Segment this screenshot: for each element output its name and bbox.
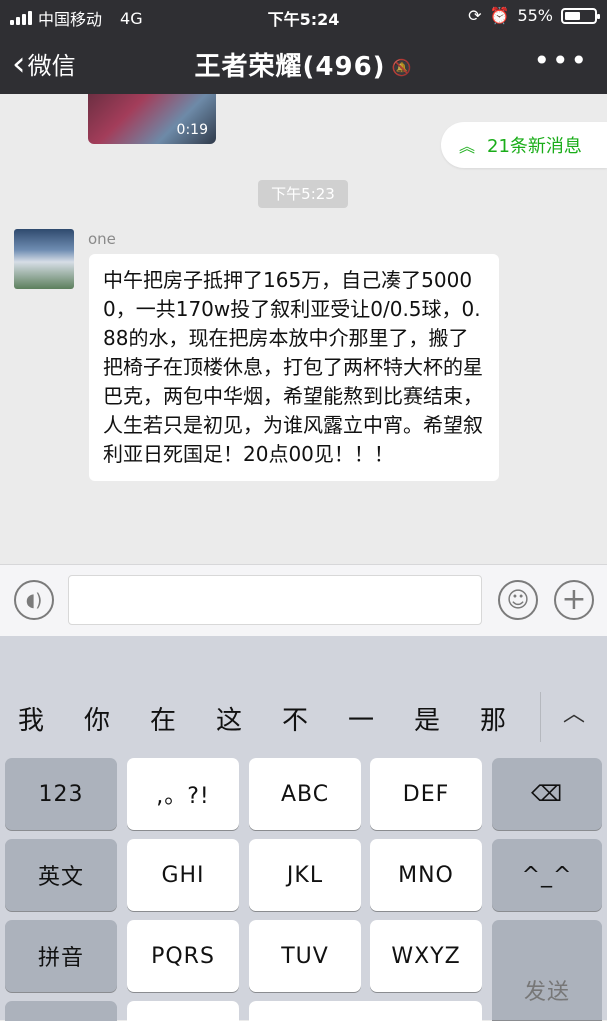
key-wxyz[interactable]: WXYZ — [370, 920, 482, 992]
send-key[interactable]: 发送 — [492, 920, 602, 1020]
candidate-word[interactable]: 那 — [480, 700, 506, 737]
candidate-word[interactable]: 在 — [150, 700, 176, 737]
chat-area[interactable]: 0:19 ︽ 21条新消息 下午5:23 one 中午把房子抵押了165万，自己… — [0, 94, 607, 564]
key-tuv[interactable]: TUV — [249, 920, 361, 992]
key-123[interactable]: 123 — [5, 758, 117, 830]
emoji-button[interactable]: ☺ — [498, 580, 538, 620]
smiley-icon: ☺ — [506, 587, 530, 613]
new-messages-button[interactable]: ︽ 21条新消息 — [441, 122, 607, 168]
message-timestamp: 下午5:23 — [258, 180, 348, 208]
candidate-word[interactable]: 是 — [414, 700, 440, 737]
chat-title-text: 王者荣耀(496) — [194, 52, 386, 82]
key-ghi[interactable]: GHI — [127, 839, 239, 911]
sender-name: one — [88, 230, 116, 248]
input-bar: ◖) ☺ + — [0, 564, 607, 636]
key-english[interactable]: 英文 — [5, 839, 117, 911]
candidate-word[interactable]: 你 — [84, 700, 110, 737]
key-emoticon[interactable]: ^_^ — [492, 839, 602, 911]
status-bar: 中国移动 4G 下午5:24 ⟳ ⏰ 55% — [0, 0, 607, 32]
rotation-lock-icon: ⟳ — [468, 6, 482, 25]
candidate-word[interactable]: 我 — [18, 700, 44, 737]
keyboard: 我 你 在 这 不 一 是 那 ︿ 123 ,。?! ABC DEF ⌫ 英文 … — [0, 636, 607, 1021]
candidate-bar: 我 你 在 这 不 一 是 那 ︿ — [0, 636, 607, 746]
video-duration: 0:19 — [176, 122, 208, 138]
top-header: 中国移动 4G 下午5:24 ⟳ ⏰ 55% ‹ 微信 王者荣耀(496) 🔕 •… — [0, 0, 607, 94]
avatar[interactable] — [14, 229, 74, 289]
space-key[interactable] — [249, 1001, 482, 1021]
nav-bar: ‹ 微信 王者荣耀(496) 🔕 ••• — [0, 32, 607, 94]
plus-icon: + — [561, 582, 587, 617]
message-bubble[interactable]: 中午把房子抵押了165万，自己凑了50000，一共170w投了叙利亚受让0/0.… — [89, 254, 499, 481]
key-mno[interactable]: MNO — [370, 839, 482, 911]
video-message[interactable]: 0:19 — [88, 94, 216, 144]
alarm-icon: ⏰ — [489, 6, 510, 25]
expand-candidates-button[interactable]: ︿ — [548, 696, 600, 736]
chevron-up-icon: ︿ — [562, 702, 585, 727]
key-pqrs[interactable]: PQRS — [127, 920, 239, 992]
new-messages-label: 21条新消息 — [487, 136, 582, 157]
candidate-word[interactable]: 不 — [282, 700, 308, 737]
more-icon[interactable]: ••• — [533, 44, 589, 77]
candidate-divider — [540, 692, 541, 742]
backspace-icon: ⌫ — [530, 781, 564, 807]
status-right: ⟳ ⏰ 55% — [468, 6, 600, 25]
backspace-key[interactable]: ⌫ — [492, 758, 602, 830]
key-abc[interactable]: ABC — [249, 758, 361, 830]
double-chevron-up-icon: ︽ — [459, 137, 476, 156]
candidate-word[interactable]: 这 — [216, 700, 242, 737]
battery-percent: 55% — [517, 6, 553, 25]
bell-slash-icon: 🔕 — [391, 58, 413, 77]
battery-icon — [561, 7, 600, 24]
key-def[interactable]: DEF — [370, 758, 482, 830]
more-actions-button[interactable]: + — [554, 580, 594, 620]
key-pinyin[interactable]: 拼音 — [5, 920, 117, 992]
candidate-word[interactable]: 一 — [348, 700, 374, 737]
key-partial[interactable] — [5, 1001, 117, 1021]
battery-fill — [565, 11, 580, 20]
voice-icon: ◖) — [25, 589, 43, 611]
key-punct[interactable]: ,。?! — [127, 758, 239, 830]
chat-title: 王者荣耀(496) 🔕 — [0, 46, 607, 83]
key-jkl[interactable]: JKL — [249, 839, 361, 911]
voice-input-button[interactable]: ◖) — [14, 580, 54, 620]
key-partial[interactable] — [127, 1001, 239, 1021]
message-input[interactable] — [68, 575, 482, 625]
